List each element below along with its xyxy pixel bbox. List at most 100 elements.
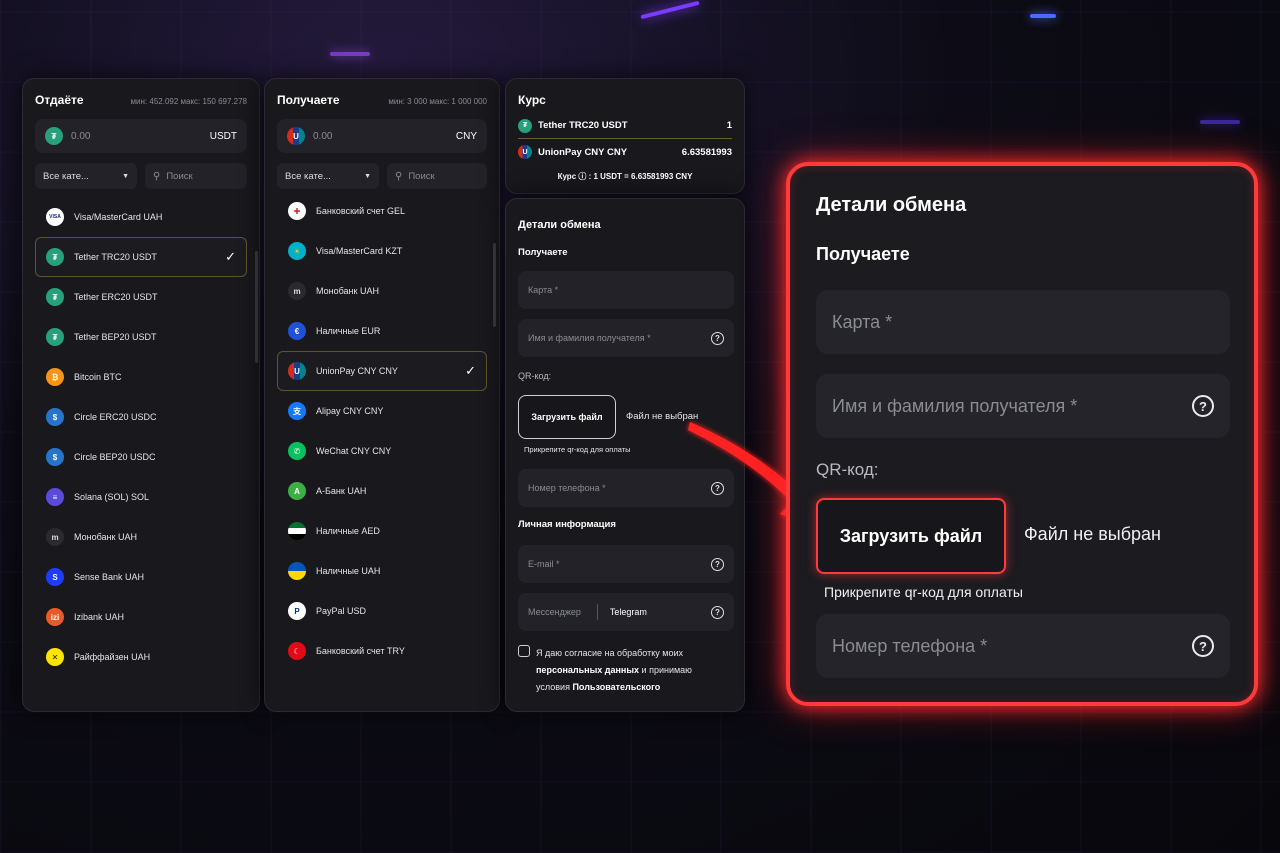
list-item-label: WeChat CNY CNY (316, 446, 392, 456)
give-category-select[interactable]: Все кате... ▼ (35, 163, 137, 189)
list-item[interactable]: Наличные UAH (277, 551, 487, 591)
list-item-label: Наличные EUR (316, 326, 381, 336)
receive-category-value: Все кате... (285, 170, 331, 182)
list-item-label: Наличные AED (316, 526, 380, 536)
list-item[interactable]: m Монобанк UAH (35, 517, 247, 557)
monobank-icon: m (46, 528, 64, 546)
zoom-receive-heading: Получаете (816, 244, 910, 264)
list-item[interactable]: ☀ Visa/MasterCard KZT (277, 231, 487, 271)
give-limits: мин: 452.092 макс: 150 697.278 (130, 97, 247, 106)
personal-data-link[interactable]: персональных данных (536, 665, 639, 675)
usdc-icon: $ (46, 408, 64, 426)
tether-icon: ₮ (518, 118, 532, 133)
list-item-label: А-Банк UAH (316, 486, 367, 496)
consent-fragment: условия (536, 682, 573, 692)
give-category-value: Все кате... (43, 170, 89, 182)
messenger-input[interactable]: Мессенджер Telegram ? (518, 593, 734, 631)
user-agreement-link[interactable]: Пользовательского (572, 682, 660, 692)
list-item[interactable]: ≡ Solana (SOL) SOL (35, 477, 247, 517)
solana-icon: ≡ (46, 488, 64, 506)
help-icon[interactable]: ? (711, 605, 724, 619)
monobank-icon: m (288, 282, 306, 300)
raiffeisen-icon: ✕ (46, 648, 64, 666)
list-item[interactable]: izi Izibank UAH (35, 597, 247, 637)
rate-from-value: 1 (726, 120, 732, 131)
neon-light (1200, 120, 1240, 124)
list-item[interactable]: VISA Visa/MasterCard UAH (35, 197, 247, 237)
help-icon[interactable]: ? (1192, 395, 1214, 417)
list-item-label: UnionPay CNY CNY (316, 366, 398, 376)
help-icon[interactable]: ? (1192, 635, 1214, 657)
list-item[interactable]: ₿ Bitcoin BTC (35, 357, 247, 397)
list-item[interactable]: ₮ Tether ERC20 USDT (35, 277, 247, 317)
consent-line: Я даю согласие на обработку моих (536, 648, 683, 658)
give-amount-input[interactable]: ₮ 0.00 USDT (35, 119, 247, 153)
usdc-icon: $ (46, 448, 64, 466)
zoom-phone-input[interactable]: Номер телефона * ? (816, 614, 1230, 678)
rate-panel: Курс ₮ Tether TRC20 USDT 1 U UnionPay CN… (505, 78, 745, 194)
receive-panel: Получаете мин: 3 000 макс: 1 000 000 U 0… (264, 78, 500, 712)
receive-amount-input[interactable]: U 0.00 CNY (277, 119, 487, 153)
unionpay-icon: U (287, 127, 305, 145)
list-item[interactable]: Наличные AED (277, 511, 487, 551)
list-item-label: Circle BEP20 USDC (74, 452, 156, 462)
upload-file-button[interactable]: Загрузить файл (518, 395, 616, 439)
tether-icon: ₮ (46, 328, 64, 346)
list-item[interactable]: ₮ Tether BEP20 USDT (35, 317, 247, 357)
card-input[interactable]: Карта * (518, 271, 734, 309)
list-item[interactable]: P PayPal USD (277, 591, 487, 631)
recipient-name-input[interactable]: Имя и фамилия получателя * ? (518, 319, 734, 357)
list-item-label: Alipay CNY CNY (316, 406, 384, 416)
list-item[interactable]: $ Circle ERC20 USDC (35, 397, 247, 437)
list-item[interactable]: $ Circle BEP20 USDC (35, 437, 247, 477)
receive-search-input[interactable]: ⚲ Поиск (387, 163, 487, 189)
wechat-icon: ✆ (288, 442, 306, 460)
give-search-input[interactable]: ⚲ Поиск (145, 163, 247, 189)
zoom-recipient-name-input[interactable]: Имя и фамилия получателя * ? (816, 374, 1230, 438)
list-item[interactable]: ₮ Tether TRC20 USDT ✓ (35, 237, 247, 277)
list-item-label: Райффайзен UAH (74, 652, 151, 662)
kazakhstan-flag-icon: ☀ (288, 242, 306, 260)
zoomed-details-callout: Детали обмена Получаете Карта * Имя и фа… (786, 162, 1258, 706)
list-item[interactable]: ☾ Банковский счет TRY (277, 631, 487, 671)
receive-category-select[interactable]: Все кате... ▼ (277, 163, 379, 189)
alipay-icon: 支 (288, 402, 306, 420)
help-icon[interactable]: ? (711, 557, 724, 571)
list-item[interactable]: € Наличные EUR (277, 311, 487, 351)
zoom-upload-file-button[interactable]: Загрузить файл (816, 498, 1006, 574)
list-item-label: Наличные UAH (316, 566, 381, 576)
receive-scrollbar[interactable] (493, 243, 496, 327)
list-item-label: Монобанк UAH (316, 286, 379, 296)
rate-summary: Курс ⓘ : 1 USDT = 6.63581993 CNY (557, 172, 693, 181)
list-item[interactable]: S Sense Bank UAH (35, 557, 247, 597)
zoom-recipient-name-placeholder: Имя и фамилия получателя * (832, 395, 1078, 416)
list-item[interactable]: A А-Банк UAH (277, 471, 487, 511)
give-method-list: VISA Visa/MasterCard UAH ₮ Tether TRC20 USD… (23, 197, 259, 677)
list-item[interactable]: ✚ Банковский счет GEL (277, 191, 487, 231)
list-item[interactable]: ✕ Райффайзен UAH (35, 637, 247, 677)
give-panel: Отдаёте мин: 452.092 макс: 150 697.278 ₮… (22, 78, 260, 712)
list-item-label: Sense Bank UAH (74, 572, 145, 582)
neon-light (330, 52, 370, 56)
zoom-qr-hint: Прикрепите qr-код для оплаты (824, 584, 1023, 600)
list-item[interactable]: U UnionPay CNY CNY ✓ (277, 351, 487, 391)
list-item-label: Tether BEP20 USDT (74, 332, 157, 342)
zoom-card-input[interactable]: Карта * (816, 290, 1230, 354)
rate-to-value: 6.63581993 (681, 146, 732, 158)
visa-icon: VISA (46, 208, 64, 226)
consent-checkbox[interactable] (518, 645, 530, 657)
list-item[interactable]: m Монобанк UAH (277, 271, 487, 311)
email-input[interactable]: E-mail * ? (518, 545, 734, 583)
give-title: Отдаёте (35, 93, 84, 107)
rate-to-row: U UnionPay CNY CNY 6.63581993 (518, 139, 732, 165)
chevron-down-icon: ▼ (122, 172, 129, 180)
ukraine-flag-icon (288, 562, 306, 580)
receive-title: Получаете (277, 93, 340, 107)
list-item-label: Банковский счет GEL (316, 206, 406, 216)
give-scrollbar[interactable] (255, 251, 258, 363)
list-item[interactable]: 支 Alipay CNY CNY (277, 391, 487, 431)
paypal-icon: P (288, 602, 306, 620)
help-icon[interactable]: ? (711, 331, 724, 345)
list-item[interactable]: ✆ WeChat CNY CNY (277, 431, 487, 471)
georgia-flag-icon: ✚ (288, 202, 306, 220)
